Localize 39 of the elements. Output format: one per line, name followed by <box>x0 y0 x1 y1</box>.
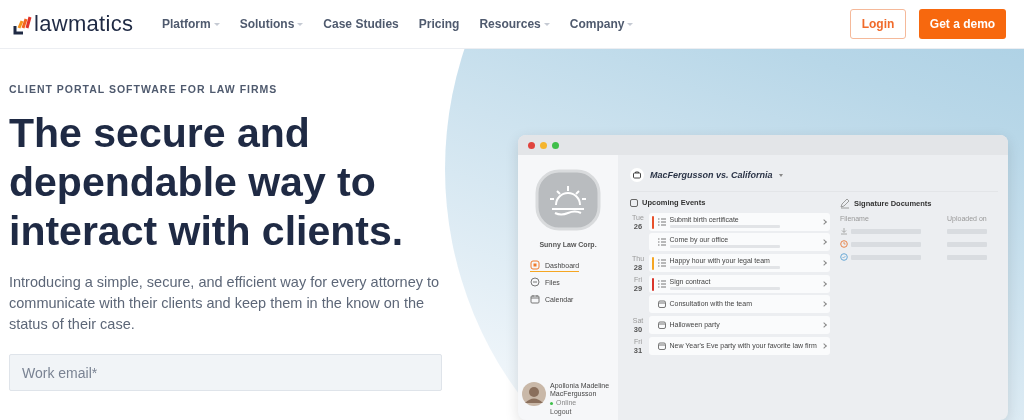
briefcase-icon <box>630 168 644 182</box>
chevron-down-icon[interactable] <box>778 173 783 177</box>
nav-link[interactable]: Case Studies <box>323 17 399 31</box>
status-dot <box>550 401 553 405</box>
nav-link[interactable]: Solutions <box>239 17 304 31</box>
list-icon <box>657 238 666 246</box>
files-icon <box>530 277 540 287</box>
eyebrow-text: CLIENT PORTAL SOFTWARE FOR LAW FIRMS <box>9 83 279 95</box>
caret-icon <box>627 22 634 26</box>
nav-link[interactable]: Company <box>569 17 634 31</box>
calendar-icon <box>657 321 666 329</box>
close-icon[interactable] <box>528 141 535 149</box>
list-icon <box>657 280 666 288</box>
signed-icon <box>840 253 848 261</box>
pen-icon <box>840 198 850 209</box>
nav-link[interactable]: Pricing <box>418 17 460 31</box>
caret-icon <box>213 22 220 26</box>
download-icon <box>840 227 848 235</box>
calendar-icon <box>530 294 540 304</box>
dashboard-icon <box>530 260 540 270</box>
list-icon <box>657 259 666 267</box>
calendar-icon <box>657 342 666 350</box>
avatar-icon <box>522 382 546 406</box>
checkbox-icon <box>630 198 638 207</box>
email-field[interactable]: Work email* <box>9 354 442 391</box>
maximize-icon[interactable] <box>552 141 559 149</box>
pending-icon <box>840 240 848 248</box>
caret-icon <box>297 22 304 26</box>
hero-title: The secure and dependable way to interact with clients. <box>9 109 405 256</box>
list-icon <box>657 218 666 226</box>
caret-icon <box>543 22 550 26</box>
logo-text[interactable]: lawmatics <box>34 13 134 35</box>
calendar-icon <box>657 300 666 308</box>
nav-link[interactable]: Resources <box>479 17 550 31</box>
case-title[interactable]: MacFergusson vs. California <box>650 170 773 180</box>
bars-logo-icon <box>12 16 32 35</box>
hero-text: Introducing a simple, secure, and efficient way for every attorney to communicate with their clients and keep them in the know on the status of their case. <box>9 273 441 334</box>
sun-logo-icon <box>535 169 601 231</box>
nav-link[interactable]: Platform <box>162 17 220 31</box>
